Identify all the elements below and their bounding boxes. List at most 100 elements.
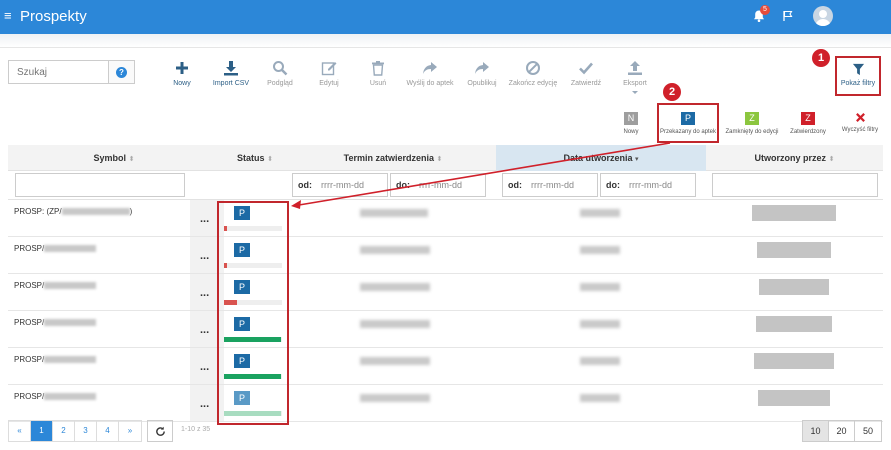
search-input[interactable] xyxy=(8,60,109,84)
column-created-date-label: Data utworzenia xyxy=(563,153,633,163)
redacted-text xyxy=(61,208,130,216)
page-size-10[interactable]: 10 xyxy=(803,421,829,441)
download-icon xyxy=(224,61,238,76)
redacted-approval-date xyxy=(360,209,428,217)
column-created-by[interactable]: Utworzony przez ⬍ xyxy=(706,145,883,171)
new-label: Nowy xyxy=(173,80,191,87)
page-size-selector: 10 20 50 xyxy=(802,420,882,442)
approval-date-from-input[interactable]: od: rrrr-mm-dd xyxy=(292,173,388,197)
export-button[interactable]: Eksport xyxy=(607,60,663,95)
send-to-pharmacies-button[interactable]: Wyślij do aptek xyxy=(402,60,458,87)
created-date-from-input[interactable]: od: rrrr-mm-dd xyxy=(502,173,598,197)
filter-row: od: rrrr-mm-dd do: rrrr-mm-dd od: rrrr-mm-d… xyxy=(8,171,883,200)
table-row[interactable]: PROSP/... P xyxy=(8,385,883,422)
user-avatar[interactable] xyxy=(813,6,833,26)
annotation-badge-2: 2 xyxy=(663,83,681,101)
clear-filters-label: Wyczyść filtry xyxy=(841,127,879,133)
sort-icon: ⬍ xyxy=(267,156,273,163)
publish-label: Opublikuj xyxy=(467,80,497,87)
symbol-filter-input[interactable] xyxy=(15,173,185,197)
preview-button[interactable]: Podgląd xyxy=(252,60,308,87)
created-by-filter-input[interactable] xyxy=(712,173,878,197)
notification-badge: 5 xyxy=(760,5,770,15)
status-new-box: N xyxy=(624,112,638,125)
page-size-50[interactable]: 50 xyxy=(855,421,881,441)
pagination: « 1 2 3 4 » xyxy=(8,420,142,442)
redacted-created-by xyxy=(757,242,831,258)
status-filter-closed[interactable]: Z Zamknięty do edycji xyxy=(723,112,781,135)
column-approval-date-label: Termin zatwierdzenia xyxy=(343,153,434,163)
row-actions-button[interactable]: ... xyxy=(200,324,209,336)
edit-button[interactable]: Edytuj xyxy=(301,60,357,87)
page-button-3[interactable]: 3 xyxy=(75,421,97,441)
export-label: Eksport xyxy=(623,80,647,87)
redacted-text xyxy=(44,356,97,364)
date-placeholder: rrrr-mm-dd xyxy=(419,180,462,190)
table-row[interactable]: PROSP: (ZP/)... P xyxy=(8,200,883,237)
redacted-created-date xyxy=(580,283,620,291)
show-filters-button[interactable]: Pokaż filtry xyxy=(835,56,881,96)
column-status[interactable]: Status ⬍ xyxy=(220,145,290,171)
redacted-created-date xyxy=(580,209,620,217)
end-edit-button[interactable]: Zakończ edycję xyxy=(505,60,561,87)
flag-icon[interactable] xyxy=(782,10,794,22)
row-actions-button[interactable]: ... xyxy=(200,361,209,373)
row-actions-button[interactable]: ... xyxy=(200,250,209,262)
preview-label: Podgląd xyxy=(267,80,293,87)
from-label: od: xyxy=(298,180,312,190)
symbol-cell: PROSP/ xyxy=(14,274,97,298)
page-button-2[interactable]: 2 xyxy=(53,421,75,441)
import-csv-button[interactable]: Import CSV xyxy=(203,60,259,87)
chevron-down-icon xyxy=(632,91,638,94)
ban-icon xyxy=(526,61,540,75)
approve-label: Zatwierdź xyxy=(570,80,602,87)
table-row[interactable]: PROSP/... P xyxy=(8,311,883,348)
symbol-cell: PROSP/ xyxy=(14,237,97,261)
table-row[interactable]: PROSP/... P xyxy=(8,274,883,311)
status-closed-label: Zamknięty do edycji xyxy=(725,129,779,135)
delete-button[interactable]: Usuń xyxy=(350,60,406,87)
hamburger-menu-icon[interactable]: ≡ xyxy=(4,9,12,23)
sort-icon: ⬍ xyxy=(128,156,135,163)
column-approval-date[interactable]: Termin zatwierdzenia ⬍ xyxy=(290,145,496,171)
row-actions-button[interactable]: ... xyxy=(200,398,209,410)
refresh-button[interactable] xyxy=(147,420,173,442)
column-created-date[interactable]: Data utworzenia ▾ xyxy=(496,145,706,171)
highlight-frame-status-filter xyxy=(657,103,719,143)
sort-icon: ⬍ xyxy=(436,156,443,163)
redacted-created-date xyxy=(580,357,620,365)
status-filter-new[interactable]: N Nowy xyxy=(613,112,649,135)
from-label: od: xyxy=(508,180,522,190)
page-size-20[interactable]: 20 xyxy=(829,421,855,441)
symbol-text: PROSP/ xyxy=(14,244,45,253)
created-date-to-input[interactable]: do: rrrr-mm-dd xyxy=(600,173,696,197)
column-symbol[interactable]: Symbol ⬍ xyxy=(8,145,220,171)
page-button-1[interactable]: 1 xyxy=(31,421,53,441)
approve-button[interactable]: Zatwierdź xyxy=(558,60,614,87)
row-actions-button[interactable]: ... xyxy=(200,213,209,225)
delete-label: Usuń xyxy=(369,80,387,87)
new-button[interactable]: Nowy xyxy=(154,60,210,87)
status-filter-approved[interactable]: Z Zatwierdzony xyxy=(785,112,831,135)
refresh-icon xyxy=(155,426,165,436)
symbol-cell: PROSP/ xyxy=(14,311,97,335)
page-button-4[interactable]: 4 xyxy=(97,421,119,441)
plus-icon xyxy=(176,62,188,74)
trash-icon xyxy=(372,61,384,76)
row-actions-button[interactable]: ... xyxy=(200,287,209,299)
redacted-approval-date xyxy=(360,246,430,254)
annotation-badge-1: 1 xyxy=(812,49,830,67)
date-placeholder: rrrr-mm-dd xyxy=(629,180,672,190)
clear-filters-button[interactable]: Wyczyść filtry xyxy=(838,112,882,133)
to-label: do: xyxy=(606,180,620,190)
next-page-button[interactable]: » xyxy=(119,421,141,441)
publish-button[interactable]: Opublikuj xyxy=(454,60,510,87)
prev-page-button[interactable]: « xyxy=(9,421,31,441)
redacted-approval-date xyxy=(360,320,430,328)
table-row[interactable]: PROSP/... P xyxy=(8,348,883,385)
search-help-button[interactable]: ? xyxy=(109,60,135,84)
end-edit-label: Zakończ edycję xyxy=(508,80,558,87)
redacted-text xyxy=(44,245,97,253)
table-row[interactable]: PROSP/... P xyxy=(8,237,883,274)
approval-date-to-input[interactable]: do: rrrr-mm-dd xyxy=(390,173,486,197)
